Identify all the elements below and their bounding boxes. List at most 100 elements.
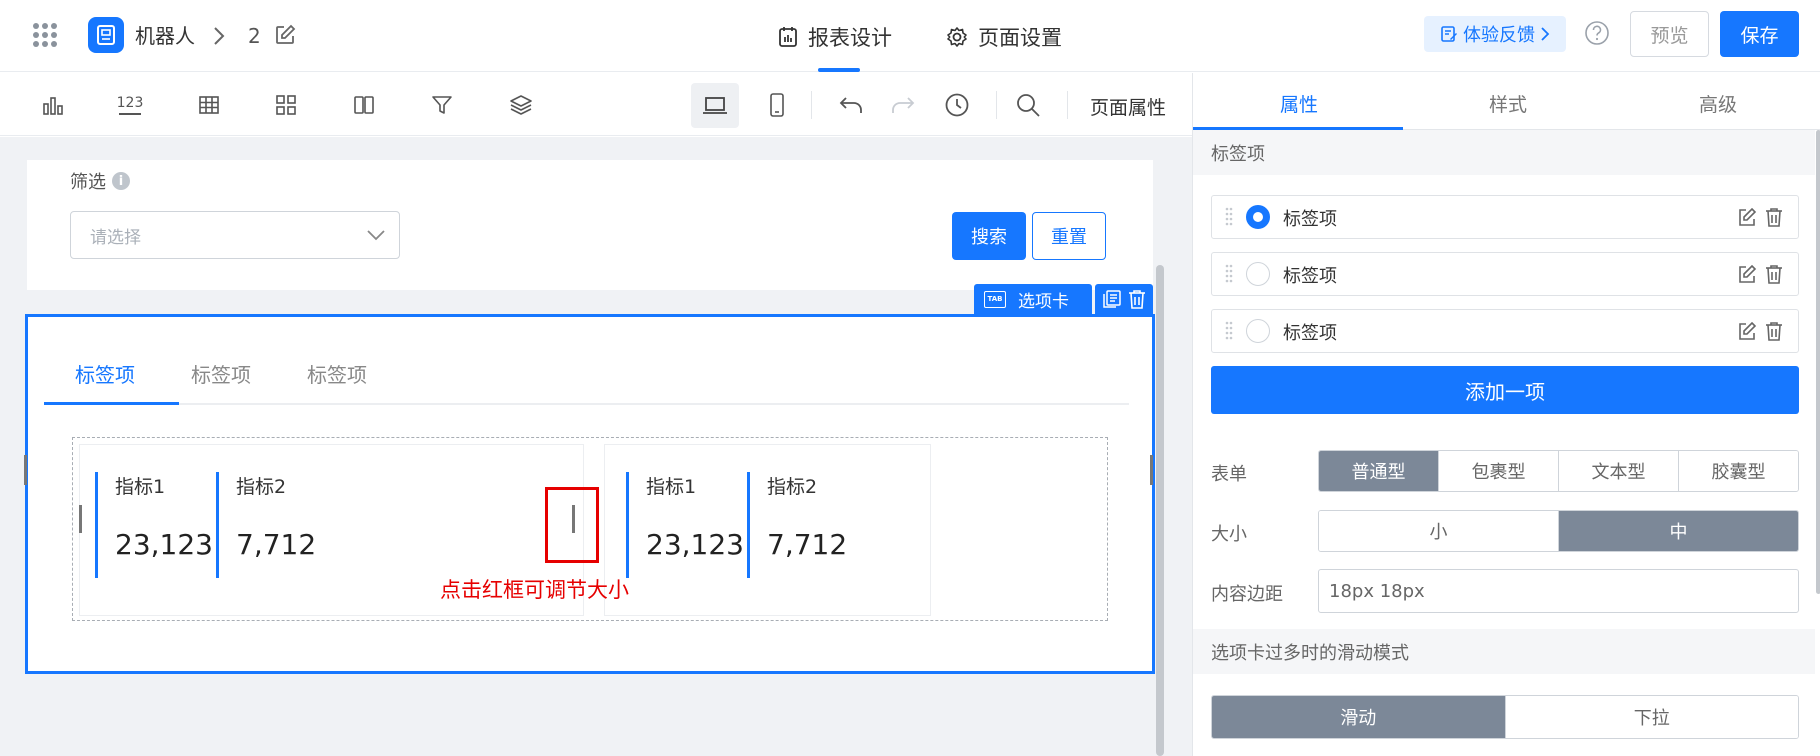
tab-page-settings-label: 页面设置: [978, 26, 1062, 50]
scroll-mode-option[interactable]: 滑动: [1212, 696, 1506, 738]
component-tab[interactable]: 标签项: [75, 359, 135, 388]
kpi-resize-handle-left[interactable]: [79, 505, 82, 533]
preview-button[interactable]: 预览: [1630, 11, 1709, 57]
tab-component[interactable]: 标签项 标签项 标签项 指标1 23,123 指标2 7,712 指标1 23,…: [24, 314, 1155, 674]
chevron-down-icon: [367, 230, 385, 241]
kpi-value: 7,712: [236, 528, 317, 561]
top-header: 机器人 2 报表设计 页面设置 体验反馈 预览 保存: [0, 0, 1820, 72]
form-type-option[interactable]: 包裹型: [1439, 451, 1559, 491]
drag-handle-icon[interactable]: [1225, 207, 1233, 227]
app-name[interactable]: 机器人: [135, 22, 195, 50]
size-option[interactable]: 小: [1319, 511, 1559, 551]
component-badge-label: 选项卡: [1018, 291, 1069, 312]
tag-default-radio[interactable]: [1246, 262, 1270, 286]
tag-item-label: 标签项: [1283, 323, 1337, 344]
scroll-mode-segmented: 滑动 下拉: [1211, 695, 1799, 739]
scroll-mode-option[interactable]: 下拉: [1505, 696, 1798, 738]
panel-tab-advanced[interactable]: 高级: [1699, 90, 1737, 117]
size-label: 大小: [1211, 524, 1247, 545]
filter-icon[interactable]: [428, 91, 456, 119]
active-tab-indicator: [818, 68, 860, 72]
delete-icon[interactable]: [1765, 264, 1783, 284]
left-resize-handle[interactable]: [24, 455, 27, 485]
tab-page-settings[interactable]: 页面设置: [946, 20, 1062, 54]
edit-icon[interactable]: [274, 24, 296, 46]
delete-icon[interactable]: [1765, 321, 1783, 341]
bar-chart-icon[interactable]: [39, 91, 67, 119]
mobile-icon[interactable]: [763, 91, 791, 119]
kpi-card[interactable]: 指标1 23,123 指标2 7,712: [604, 444, 931, 616]
canvas-scrollbar[interactable]: [1156, 265, 1164, 756]
delete-icon[interactable]: [1765, 207, 1783, 227]
layers-icon[interactable]: [507, 91, 535, 119]
component-tab[interactable]: 标签项: [191, 359, 251, 388]
filter-select[interactable]: 请选择: [70, 211, 400, 259]
grid-layout-icon[interactable]: [272, 91, 300, 119]
component-tab-bar: 标签项 标签项 标签项: [44, 355, 1129, 405]
info-icon[interactable]: i: [112, 172, 130, 190]
size-option[interactable]: 中: [1559, 511, 1798, 551]
form-type-option[interactable]: 普通型: [1319, 451, 1439, 491]
filter-label: 筛选: [70, 172, 106, 193]
tag-section-header: 标签项: [1193, 130, 1815, 175]
delete-icon[interactable]: [1128, 289, 1146, 309]
add-item-button[interactable]: 添加一项: [1211, 366, 1799, 414]
padding-input[interactable]: 18px 18px: [1318, 569, 1799, 613]
redo-icon[interactable]: [889, 91, 917, 119]
undo-icon[interactable]: [837, 91, 865, 119]
copy-icon[interactable]: [1102, 289, 1122, 309]
tag-item-row[interactable]: 标签项: [1211, 252, 1799, 296]
tab-component-icon: TAB: [984, 290, 1006, 308]
table-icon[interactable]: [195, 91, 223, 119]
panel-tab-style[interactable]: 样式: [1489, 90, 1527, 117]
resize-highlight-box[interactable]: [545, 487, 599, 563]
feedback-button[interactable]: 体验反馈: [1424, 16, 1566, 52]
form-type-option[interactable]: 文本型: [1559, 451, 1679, 491]
tag-item-row[interactable]: 标签项: [1211, 309, 1799, 353]
toolbar-divider: [996, 91, 997, 119]
edit-icon[interactable]: [1737, 265, 1757, 285]
kpi-item: 指标1 23,123: [626, 472, 744, 578]
filter-panel[interactable]: 筛选 i 请选择 搜索 重置: [27, 160, 1153, 290]
columns-icon[interactable]: [350, 91, 378, 119]
drag-handle-icon[interactable]: [1225, 321, 1233, 341]
component-badge[interactable]: TAB 选项卡: [974, 284, 1092, 314]
kpi-item: 指标1 23,123: [95, 472, 213, 578]
toolbar-divider: [811, 91, 812, 119]
save-button[interactable]: 保存: [1720, 11, 1799, 57]
drag-handle-icon[interactable]: [1225, 264, 1233, 284]
kpi-item: 指标2 7,712: [747, 472, 847, 578]
form-type-option[interactable]: 胶囊型: [1679, 451, 1798, 491]
desktop-icon[interactable]: [701, 91, 729, 119]
tag-default-radio[interactable]: [1246, 319, 1270, 343]
history-icon[interactable]: [943, 91, 971, 119]
number-icon-underline: [119, 112, 141, 115]
right-resize-handle[interactable]: [1150, 455, 1153, 485]
kpi-item: 指标2 7,712: [216, 472, 316, 578]
size-segmented: 小 中: [1318, 510, 1799, 552]
reset-button[interactable]: 重置: [1032, 212, 1106, 260]
component-actions: [1095, 284, 1153, 314]
kpi-label: 指标2: [236, 476, 287, 498]
tag-item-row[interactable]: 标签项: [1211, 195, 1799, 239]
tag-default-radio[interactable]: [1246, 205, 1270, 229]
apps-grid-icon[interactable]: [32, 22, 58, 48]
panel-tab-properties[interactable]: 属性: [1280, 90, 1318, 117]
kpi-label: 指标1: [115, 476, 166, 498]
kpi-value: 7,712: [767, 528, 848, 561]
tab-report-design[interactable]: 报表设计: [778, 20, 892, 54]
search-button[interactable]: 搜索: [952, 212, 1026, 260]
panel-scrollbar[interactable]: [1816, 130, 1820, 594]
component-tab[interactable]: 标签项: [307, 359, 367, 388]
page-properties-button[interactable]: 页面属性: [1090, 93, 1166, 120]
chevron-right-icon: [1541, 27, 1550, 41]
edit-icon[interactable]: [1737, 322, 1757, 342]
number-icon[interactable]: 123: [116, 91, 144, 119]
search-icon[interactable]: [1014, 91, 1042, 119]
padding-label: 内容边距: [1211, 584, 1283, 605]
kpi-label: 指标2: [767, 476, 818, 498]
feedback-icon: [1441, 26, 1457, 42]
edit-icon[interactable]: [1737, 208, 1757, 228]
tag-item-label: 标签项: [1283, 209, 1337, 230]
help-icon[interactable]: [1584, 20, 1610, 46]
